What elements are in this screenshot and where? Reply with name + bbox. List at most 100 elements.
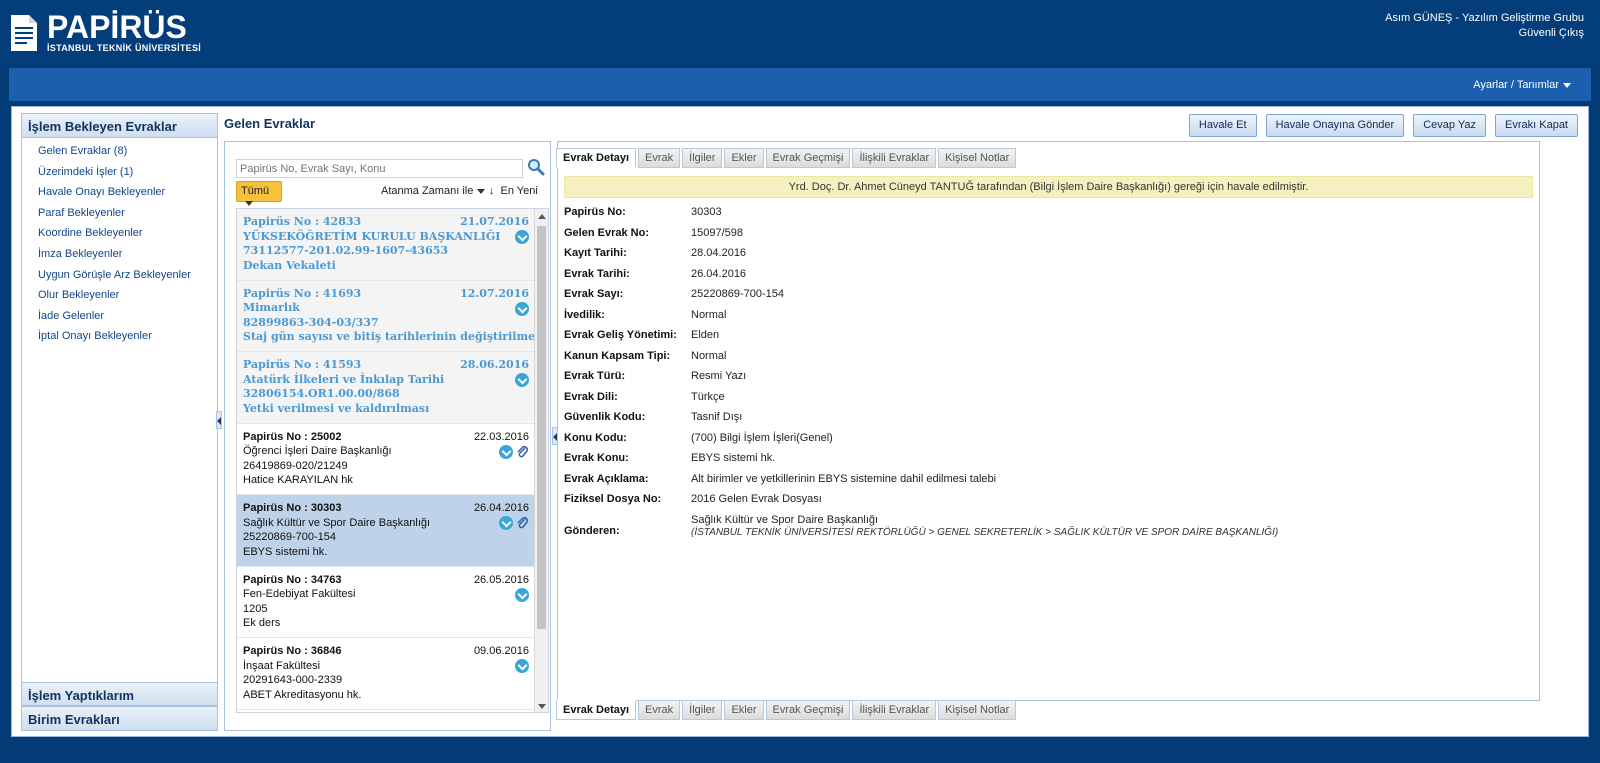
attachment-icon	[517, 445, 529, 457]
item-date: 09.06.2016	[473, 645, 529, 657]
item-date: 21.07.2016	[460, 215, 529, 228]
app-subtitle: İSTANBUL TEKNİK ÜNİVERSİTESİ	[47, 43, 202, 53]
list-item[interactable]: Papirüs No : 42833 21.07.2016 YÜKSEKÖĞRE…	[237, 209, 535, 281]
tab-evrak-detayi[interactable]: Evrak Detayı	[556, 700, 637, 720]
action-toolbar: Havale Et Havale Onayına Gönder Cevap Ya…	[1188, 114, 1578, 137]
tab-iliskili-evraklar[interactable]: İlişkili Evraklar	[852, 148, 937, 168]
list-item[interactable]: Papirüs No : 25002 22.03.2016 Öğrenci İş…	[237, 423, 535, 495]
field-value: Alt birimler ve yetkillerinin EBYS siste…	[691, 472, 997, 485]
list-item[interactable]: Papirüs No : 41693 12.07.2016 Mimarlık 8…	[237, 280, 546, 352]
item-sender: Sağlık Kültür ve Spor Daire Başkanlığı	[243, 516, 431, 529]
field-value: Normal	[691, 308, 727, 321]
havale-onayina-gonder-button[interactable]: Havale Onayına Gönder	[1265, 114, 1405, 137]
field-label: Kayıt Tarihi:	[564, 247, 627, 259]
collapse-left-nav-handle[interactable]	[216, 411, 222, 429]
tab-ekler[interactable]: Ekler	[724, 700, 764, 720]
tab-kisisel-notlar[interactable]: Kişisel Notlar	[938, 700, 1017, 720]
field-label: Güvenlik Kodu:	[564, 411, 646, 423]
tab-evrak-gecmisi[interactable]: Evrak Geçmişi	[765, 700, 851, 720]
nav-item-imza[interactable]: İmza Bekleyenler	[38, 245, 217, 266]
scrollbar-thumb[interactable]	[537, 226, 546, 629]
item-subject: Staj gün sayısı ve bitiş tarihlerinin de…	[243, 330, 546, 344]
incoming-document-icon	[515, 230, 529, 244]
item-subject: Yetki verilmesi ve kaldırılması	[243, 401, 430, 415]
field-label: Papirüs No:	[564, 206, 626, 218]
nav-list: Gelen Evraklar (8) Üzerimdeki İşler (1) …	[22, 138, 217, 348]
document-list: Papirüs No : 42833 21.07.2016 YÜKSEKÖĞRE…	[236, 208, 549, 713]
tab-evrak[interactable]: Evrak	[638, 148, 681, 168]
item-date: 22.03.2016	[473, 430, 529, 443]
list-item[interactable]: Papirüs No : 36846 09.06.2016 İnşaat Fak…	[237, 638, 535, 710]
list-scrollbar[interactable]	[534, 209, 548, 712]
field-value: EBYS sistemi hk.	[691, 452, 776, 464]
field-label: İvedilik:	[564, 308, 605, 321]
field-value: Resmi Yazı	[691, 370, 747, 382]
app-header: PAPİRÜS İSTANBUL TEKNİK ÜNİVERSİTESİ Ası…	[0, 0, 1600, 66]
nav-item-havale-onayi[interactable]: Havale Onayı Bekleyenler	[38, 183, 217, 204]
sort-label: Atanma Zamanı ile	[381, 185, 474, 197]
evraki-kapat-button[interactable]: Evrakı Kapat	[1495, 114, 1578, 137]
cevap-yaz-button[interactable]: Cevap Yaz	[1413, 114, 1487, 137]
nav-item-iade[interactable]: İade Gelenler	[38, 307, 217, 328]
sort-direction-toggle[interactable]: ↓ En Yeni	[489, 185, 538, 197]
search-input[interactable]	[236, 159, 523, 178]
field-value: Tasnif Dışı	[691, 411, 743, 423]
arrow-down-icon: ↓	[489, 185, 495, 197]
item-subject: Dekan Vekaleti	[243, 258, 336, 272]
tab-evrak-detayi[interactable]: Evrak Detayı	[556, 148, 637, 168]
app-logo[interactable]: PAPİRÜS İSTANBUL TEKNİK ÜNİVERSİTESİ	[9, 9, 202, 55]
sort-dropdown[interactable]: Atanma Zamanı ile	[381, 185, 486, 197]
document-list-panel: Tümü Atanma Zamanı ile ↓ En Yeni Papirüs …	[224, 141, 551, 731]
incoming-document-icon	[515, 373, 529, 387]
search-icon[interactable]	[527, 158, 545, 176]
nav-item-iptal-onayi[interactable]: İptal Onayı Bekleyenler	[38, 327, 217, 348]
item-sender: Öğrenci İşleri Daire Başkanlığı	[243, 445, 392, 458]
tab-evrak-gecmisi[interactable]: Evrak Geçmişi	[765, 148, 851, 168]
item-subject: Ek ders	[243, 617, 281, 630]
detail-tabs-top: Evrak Detayı Evrak İlgiler Ekler Evrak G…	[556, 148, 1017, 168]
tab-ekler[interactable]: Ekler	[724, 148, 764, 168]
nav-item-gelen-evraklar[interactable]: Gelen Evraklar (8)	[38, 142, 217, 163]
nav-item-koordine[interactable]: Koordine Bekleyenler	[38, 224, 217, 245]
item-sender: Mimarlık	[243, 301, 300, 315]
scroll-up-icon[interactable]	[538, 214, 546, 219]
incoming-document-icon	[499, 516, 513, 530]
scroll-down-icon[interactable]	[538, 704, 546, 709]
sender-hierarchy: (İSTANBUL TEKNİK ÜNİVERSİTESİ REKTÖRLÜĞÜ…	[691, 526, 1279, 538]
nav-header-islem-yaptiklarim[interactable]: İşlem Yaptıklarım	[22, 682, 217, 706]
tab-evrak[interactable]: Evrak	[638, 700, 681, 720]
nav-item-paraf[interactable]: Paraf Bekleyenler	[38, 204, 217, 225]
item-sender: İnşaat Fakültesi	[243, 659, 321, 672]
tab-iliskili-evraklar[interactable]: İlişkili Evraklar	[852, 700, 937, 720]
list-item[interactable]: Papirüs No : 41593 28.06.2016 Atatürk İl…	[237, 352, 535, 424]
filter-label: Tümü	[241, 185, 270, 197]
item-subject: EBYS sistemi hk.	[243, 545, 328, 558]
filter-dropdown[interactable]: Tümü	[236, 181, 282, 206]
nav-item-olur[interactable]: Olur Bekleyenler	[38, 286, 217, 307]
tab-ilgiler[interactable]: İlgiler	[682, 700, 723, 720]
user-name: Asım GÜNEŞ - Yazılım Geliştirme Grubu	[1385, 12, 1584, 24]
settings-label: Ayarlar / Tanımlar	[1473, 79, 1559, 91]
item-number: 25220869-700-154	[243, 531, 336, 544]
document-detail-panel: Yrd. Doç. Dr. Ahmet Cüneyd TANTUĞ tarafı…	[557, 141, 1540, 701]
field-label: Evrak Sayı:	[564, 288, 624, 300]
nav-header-pending[interactable]: İşlem Bekleyen Evraklar	[22, 114, 217, 138]
document-logo-icon	[11, 15, 37, 51]
list-item[interactable]: Papirüs No : 34763 26.05.2016 Fen-Edebiy…	[237, 566, 535, 638]
tab-ilgiler[interactable]: İlgiler	[682, 148, 723, 168]
field-label: Evrak Türü:	[564, 370, 626, 382]
field-label: Evrak Geliş Yönetimi:	[564, 329, 677, 341]
logout-link[interactable]: Güvenli Çıkış	[1385, 26, 1584, 41]
chevron-down-icon	[477, 188, 486, 194]
nav-item-uygun-gorusle[interactable]: Uygun Görüşle Arz Bekleyenler	[38, 266, 217, 287]
item-sender: Fen-Edebiyat Fakültesi	[243, 588, 356, 601]
field-value: Normal	[691, 349, 727, 362]
nav-header-birim-evraklari[interactable]: Birim Evrakları	[22, 706, 217, 730]
tab-kisisel-notlar[interactable]: Kişisel Notlar	[938, 148, 1017, 168]
incoming-document-icon	[515, 659, 529, 673]
settings-menu[interactable]: Ayarlar / Tanımlar	[1473, 79, 1571, 91]
sender-value: Sağlık Kültür ve Spor Daire Başkanlığı	[691, 513, 879, 526]
list-item-selected[interactable]: Papirüs No : 30303 26.04.2016 Sağlık Kül…	[237, 495, 535, 567]
nav-item-uzerimdeki-isler[interactable]: Üzerimdeki İşler (1)	[38, 163, 217, 184]
havale-et-button[interactable]: Havale Et	[1188, 114, 1257, 137]
